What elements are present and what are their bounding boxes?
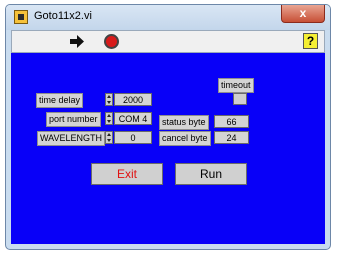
run-arrow-icon[interactable] bbox=[70, 35, 84, 48]
abort-stop-icon[interactable] bbox=[104, 34, 119, 49]
close-icon: x bbox=[299, 6, 307, 20]
exit-button[interactable]: Exit bbox=[91, 163, 163, 185]
help-icon[interactable]: ? bbox=[303, 33, 318, 49]
time-delay-label: time delay bbox=[36, 93, 84, 108]
port-number-label: port number bbox=[46, 112, 101, 127]
status-byte-value: 66 bbox=[214, 115, 249, 128]
labview-vi-icon bbox=[14, 10, 28, 24]
time-delay-stepper[interactable] bbox=[105, 93, 113, 106]
status-byte-label: status byte bbox=[159, 115, 209, 130]
front-panel: time delay 2000 port number COM 4 WAVELE… bbox=[11, 53, 325, 244]
title-bar: Goto11x2.vi x bbox=[6, 5, 330, 30]
close-button[interactable]: x bbox=[281, 5, 325, 23]
wavelength-stepper[interactable] bbox=[105, 131, 113, 144]
wavelength-input[interactable]: 0 bbox=[114, 131, 152, 144]
port-number-stepper[interactable] bbox=[105, 112, 113, 125]
time-delay-input[interactable]: 2000 bbox=[114, 93, 152, 106]
toolbar: ? bbox=[11, 30, 325, 53]
cancel-byte-value: 24 bbox=[214, 131, 249, 144]
window-title: Goto11x2.vi bbox=[34, 10, 92, 22]
timeout-label: timeout bbox=[218, 78, 254, 93]
wavelength-label: WAVELENGTH bbox=[37, 131, 106, 146]
window: Goto11x2.vi x ? time delay 2000 port num… bbox=[5, 4, 331, 250]
timeout-indicator[interactable] bbox=[233, 93, 247, 105]
port-number-select[interactable]: COM 4 bbox=[114, 112, 152, 125]
run-button[interactable]: Run bbox=[175, 163, 247, 185]
cancel-byte-label: cancel byte bbox=[159, 131, 211, 146]
